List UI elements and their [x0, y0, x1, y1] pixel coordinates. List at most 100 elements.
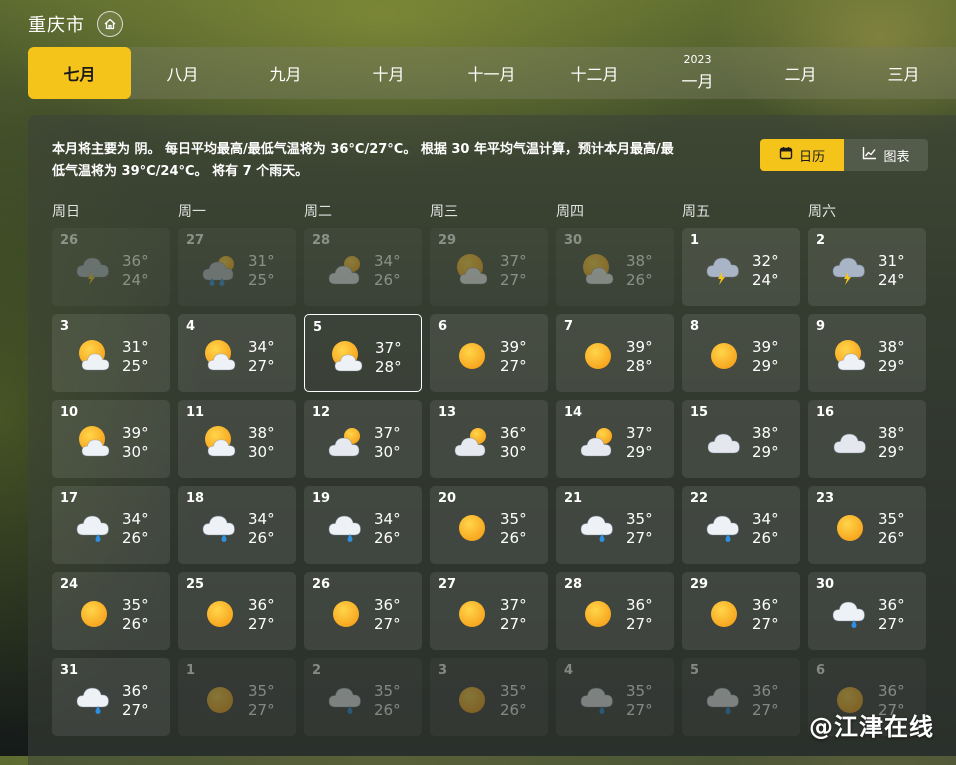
- calendar-day-cell[interactable]: 5 36° 27°: [682, 658, 800, 736]
- calendar-day-cell[interactable]: 3 35° 26°: [430, 658, 548, 736]
- calendar-day-cell[interactable]: 8 39° 29°: [682, 314, 800, 392]
- calendar-day-cell[interactable]: 9 38° 29°: [808, 314, 926, 392]
- high-temp: 36°: [122, 682, 149, 700]
- tab-label: 八月: [166, 65, 199, 84]
- day-number: 30: [816, 577, 835, 592]
- month-tab[interactable]: 七月: [28, 47, 131, 99]
- temperature-range: 35° 27°: [626, 682, 653, 720]
- thunderstorm-icon: [706, 252, 742, 288]
- home-icon[interactable]: [97, 11, 123, 37]
- calendar-day-cell[interactable]: 23 35° 26°: [808, 486, 926, 564]
- day-number: 10: [60, 405, 79, 420]
- calendar-day-cell[interactable]: 31 36° 27°: [52, 658, 170, 736]
- month-tab[interactable]: 2023 一月: [646, 47, 749, 99]
- calendar-day-cell[interactable]: 27 37° 27°: [430, 572, 548, 650]
- month-tab[interactable]: 十一月: [440, 47, 543, 99]
- month-summary: 本月将主要为 阴。 每日平均最高/最低气温将为 36°C/27°C。 根据 30…: [52, 142, 674, 179]
- calendar-day-cell[interactable]: 4 35° 27°: [556, 658, 674, 736]
- cloud-sun-icon: [580, 424, 616, 460]
- view-toggle: 日历 图表: [760, 139, 928, 171]
- low-temp: 26°: [878, 529, 905, 547]
- calendar-day-cell[interactable]: 28 36° 27°: [556, 572, 674, 650]
- calendar-day-cell[interactable]: 30 36° 27°: [808, 572, 926, 650]
- calendar-day-cell[interactable]: 13 36° 30°: [430, 400, 548, 478]
- calendar-day-cell[interactable]: 21 35° 27°: [556, 486, 674, 564]
- calendar-day-cell[interactable]: 7 39° 28°: [556, 314, 674, 392]
- low-temp: 26°: [500, 701, 527, 719]
- temperature-range: 35° 27°: [248, 682, 275, 720]
- high-temp: 36°: [248, 596, 275, 614]
- calendar-day-cell[interactable]: 3 31° 25°: [52, 314, 170, 392]
- temperature-range: 35° 27°: [626, 510, 653, 548]
- temperature-range: 36° 27°: [122, 682, 149, 720]
- high-temp: 35°: [626, 510, 653, 528]
- high-temp: 34°: [752, 510, 779, 528]
- high-temp: 38°: [752, 424, 779, 442]
- day-number: 5: [313, 320, 323, 335]
- calendar-grid: 26 36° 24° 27 31° 25° 28 34° 26° 29 37° 27° 30 38° 26°…: [52, 228, 926, 736]
- calendar-day-cell[interactable]: 22 34° 26°: [682, 486, 800, 564]
- temperature-range: 35° 26°: [500, 510, 527, 548]
- calendar-day-cell[interactable]: 4 34° 27°: [178, 314, 296, 392]
- cloud-icon: [832, 424, 868, 460]
- calendar-day-cell[interactable]: 25 36° 27°: [178, 572, 296, 650]
- high-temp: 36°: [500, 424, 527, 442]
- high-temp: 31°: [122, 338, 149, 356]
- calendar-day-cell[interactable]: 1 35° 27°: [178, 658, 296, 736]
- calendar-day-cell[interactable]: 30 38° 26°: [556, 228, 674, 306]
- city-name[interactable]: 重庆市: [28, 11, 85, 37]
- calendar-day-cell[interactable]: 28 34° 26°: [304, 228, 422, 306]
- calendar-day-cell[interactable]: 18 34° 26°: [178, 486, 296, 564]
- calendar-day-cell[interactable]: 11 38° 30°: [178, 400, 296, 478]
- day-number: 6: [438, 319, 448, 334]
- calendar-view-button[interactable]: 日历: [760, 139, 844, 171]
- calendar-day-cell[interactable]: 12 37° 30°: [304, 400, 422, 478]
- month-tab[interactable]: 八月: [131, 47, 234, 99]
- calendar-day-cell[interactable]: 29 36° 27°: [682, 572, 800, 650]
- high-temp: 36°: [374, 596, 401, 614]
- high-temp: 38°: [878, 424, 905, 442]
- calendar-day-cell[interactable]: 1 32° 24°: [682, 228, 800, 306]
- high-temp: 34°: [374, 252, 401, 270]
- calendar-day-cell[interactable]: 29 37° 27°: [430, 228, 548, 306]
- high-temp: 35°: [248, 682, 275, 700]
- calendar-day-cell[interactable]: 27 31° 25°: [178, 228, 296, 306]
- low-temp: 24°: [878, 271, 905, 289]
- day-number: 7: [564, 319, 574, 334]
- temperature-range: 37° 28°: [375, 339, 402, 377]
- sun-icon: [328, 596, 364, 632]
- month-tab[interactable]: 十月: [337, 47, 440, 99]
- calendar-day-cell[interactable]: 24 35° 26°: [52, 572, 170, 650]
- chart-view-button[interactable]: 图表: [844, 139, 928, 171]
- sun-cloud-icon: [329, 339, 365, 375]
- calendar-day-cell[interactable]: 2 35° 26°: [304, 658, 422, 736]
- calendar-day-cell[interactable]: 19 34° 26°: [304, 486, 422, 564]
- low-temp: 28°: [626, 357, 653, 375]
- calendar-day-cell-today[interactable]: 5 37° 28°: [304, 314, 422, 392]
- month-tab[interactable]: 三月: [852, 47, 955, 99]
- calendar-day-cell[interactable]: 15 38° 29°: [682, 400, 800, 478]
- month-tab[interactable]: 十二月: [543, 47, 646, 99]
- calendar-day-cell[interactable]: 17 34° 26°: [52, 486, 170, 564]
- high-temp: 37°: [500, 596, 527, 614]
- calendar-day-cell[interactable]: 26 36° 27°: [304, 572, 422, 650]
- day-number: 19: [312, 491, 331, 506]
- temperature-range: 32° 24°: [752, 252, 779, 290]
- thunderstorm-icon: [76, 252, 112, 288]
- low-temp: 26°: [374, 271, 401, 289]
- day-number: 24: [60, 577, 79, 592]
- calendar-day-cell[interactable]: 6 39° 27°: [430, 314, 548, 392]
- calendar-day-cell[interactable]: 10 39° 30°: [52, 400, 170, 478]
- calendar-day-cell[interactable]: 20 35° 26°: [430, 486, 548, 564]
- month-tab[interactable]: 九月: [234, 47, 337, 99]
- day-number: 21: [564, 491, 583, 506]
- calendar-day-cell[interactable]: 16 38° 29°: [808, 400, 926, 478]
- calendar-day-cell[interactable]: 26 36° 24°: [52, 228, 170, 306]
- weekday-label: 周一: [178, 204, 206, 220]
- high-temp: 35°: [500, 510, 527, 528]
- month-tab[interactable]: 二月: [749, 47, 852, 99]
- calendar-day-cell[interactable]: 14 37° 29°: [556, 400, 674, 478]
- calendar-day-cell[interactable]: 2 31° 24°: [808, 228, 926, 306]
- day-number: 2: [312, 663, 322, 678]
- day-number: 16: [816, 405, 835, 420]
